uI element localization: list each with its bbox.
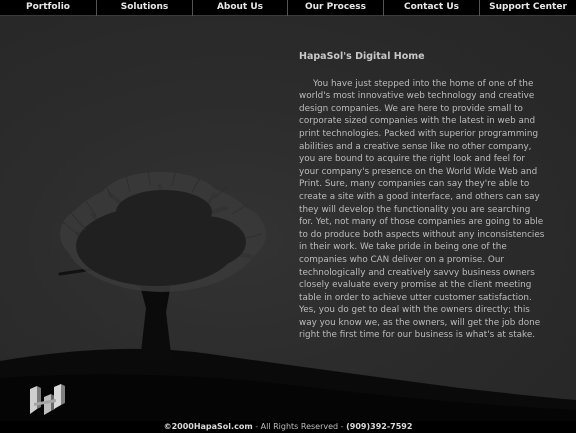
- hapasol-logo-icon[interactable]: [26, 383, 68, 417]
- nav-about-us[interactable]: About Us: [193, 0, 288, 16]
- main-content: HapaSol's Digital Home You have just ste…: [299, 51, 547, 342]
- footer: ©2000HapaSol.com - All Rights Reserved -…: [0, 421, 576, 433]
- page-heading: HapaSol's Digital Home: [299, 51, 425, 62]
- nav-contact-us[interactable]: Contact Us: [384, 0, 480, 16]
- nav-our-process[interactable]: Our Process: [288, 0, 384, 16]
- footer-separator-1: -: [252, 422, 261, 431]
- nav-portfolio[interactable]: Portfolio: [0, 0, 97, 16]
- footer-phone: (909)392-7592: [346, 422, 413, 431]
- page-frame: Portfolio Solutions About Us Our Process…: [0, 0, 576, 433]
- intro-paragraph: You have just stepped into the home of o…: [299, 78, 545, 341]
- top-navigation: Portfolio Solutions About Us Our Process…: [0, 0, 576, 16]
- footer-rights: All Rights Reserved: [260, 422, 339, 431]
- nav-support-center[interactable]: Support Center: [480, 0, 576, 16]
- nav-solutions[interactable]: Solutions: [97, 0, 193, 16]
- footer-copyright: ©2000HapaSol.com: [163, 422, 253, 431]
- footer-separator-2: -: [338, 422, 347, 431]
